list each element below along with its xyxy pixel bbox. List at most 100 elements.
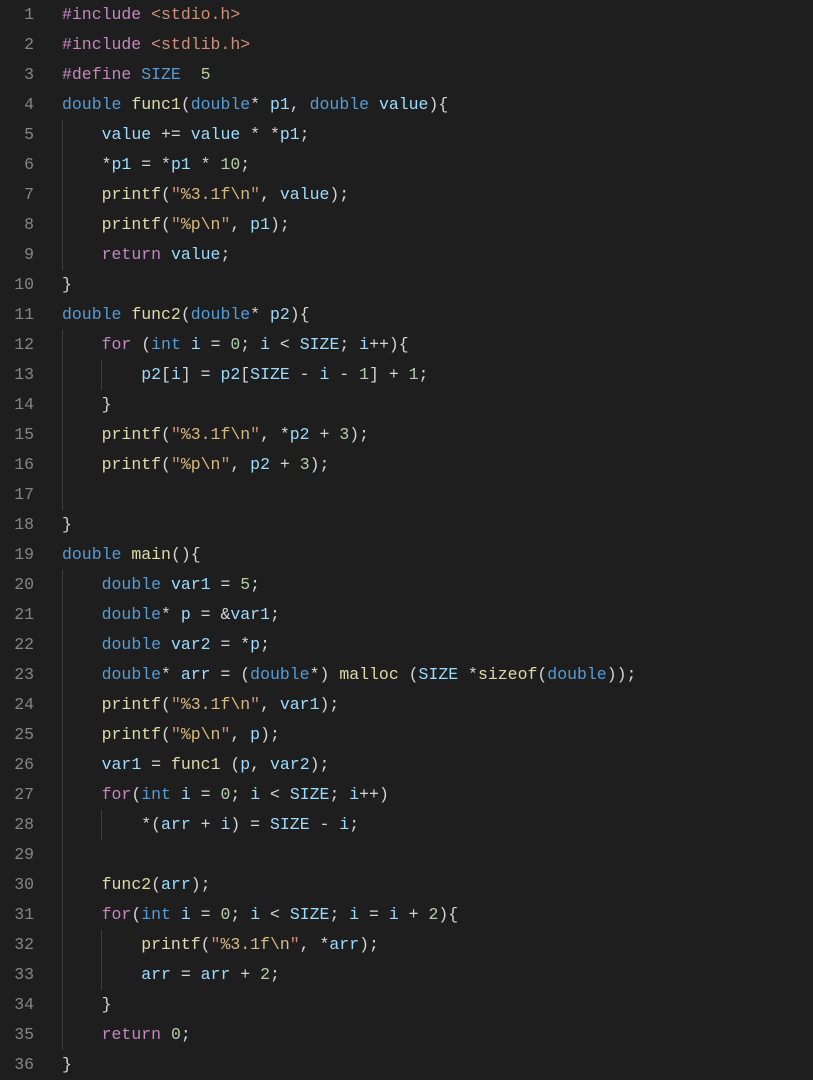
code-line[interactable]: } (62, 390, 813, 420)
token-punc: ); (270, 215, 290, 234)
code-line[interactable]: double var2 = *p; (62, 630, 813, 660)
token-punc (62, 665, 102, 684)
indent-guide (62, 330, 63, 360)
code-line[interactable]: printf("%3.1f\n", var1); (62, 690, 813, 720)
code-line[interactable]: value += value * *p1; (62, 120, 813, 150)
code-line[interactable]: double* arr = (double*) malloc (SIZE *si… (62, 660, 813, 690)
token-punc: ; (419, 365, 429, 384)
indent-guide (62, 990, 63, 1020)
code-line[interactable]: double* p = &var1; (62, 600, 813, 630)
code-line[interactable]: } (62, 1050, 813, 1080)
token-punc: ] = (181, 365, 221, 384)
token-var: i (191, 335, 201, 354)
token-punc: ); (191, 875, 211, 894)
token-esc: %p\n (181, 725, 221, 744)
token-punc (62, 785, 102, 804)
token-num: 1 (359, 365, 369, 384)
code-line[interactable]: #include <stdio.h> (62, 0, 813, 30)
code-line[interactable]: func2(arr); (62, 870, 813, 900)
code-line[interactable]: for(int i = 0; i < SIZE; i++) (62, 780, 813, 810)
token-kw: double (102, 575, 161, 594)
token-num: 5 (240, 575, 250, 594)
token-punc (62, 1025, 102, 1044)
token-punc (161, 1025, 171, 1044)
token-punc: - (310, 815, 340, 834)
token-num: 0 (220, 785, 230, 804)
token-fn: printf (102, 725, 161, 744)
code-line[interactable]: printf("%p\n", p2 + 3); (62, 450, 813, 480)
code-line[interactable]: #define SIZE 5 (62, 60, 813, 90)
token-fn: sizeof (478, 665, 537, 684)
code-line[interactable]: *(arr + i) = SIZE - i; (62, 810, 813, 840)
token-punc: < (260, 905, 290, 924)
line-number: 21 (10, 600, 34, 630)
code-line[interactable]: double var1 = 5; (62, 570, 813, 600)
token-kw: double (62, 545, 121, 564)
token-punc: * (250, 95, 270, 114)
token-punc: ] + (369, 365, 409, 384)
code-line[interactable]: printf("%3.1f\n", value); (62, 180, 813, 210)
indent-guide (62, 810, 63, 840)
token-esc: %3.1f\n (181, 185, 250, 204)
token-var: i (349, 905, 359, 924)
code-line[interactable]: } (62, 270, 813, 300)
code-line[interactable]: double func2(double* p2){ (62, 300, 813, 330)
code-line[interactable] (62, 480, 813, 510)
code-line[interactable]: } (62, 990, 813, 1020)
line-number: 1 (10, 0, 34, 30)
code-line[interactable]: return value; (62, 240, 813, 270)
token-punc: ; (220, 245, 230, 264)
token-str: " (171, 455, 181, 474)
code-line[interactable]: for(int i = 0; i < SIZE; i = i + 2){ (62, 900, 813, 930)
token-punc: ( (131, 905, 141, 924)
code-line[interactable]: double main(){ (62, 540, 813, 570)
token-num: 0 (230, 335, 240, 354)
token-punc (369, 95, 379, 114)
code-line[interactable]: p2[i] = p2[SIZE - i - 1] + 1; (62, 360, 813, 390)
token-punc (62, 695, 102, 714)
code-line[interactable]: *p1 = *p1 * 10; (62, 150, 813, 180)
code-editor[interactable]: 1234567891011121314151617181920212223242… (0, 0, 813, 1080)
code-line[interactable] (62, 840, 813, 870)
code-line[interactable]: printf("%p\n", p); (62, 720, 813, 750)
token-punc: ); (329, 185, 349, 204)
token-str: " (171, 725, 181, 744)
code-line[interactable]: #include <stdlib.h> (62, 30, 813, 60)
code-line[interactable]: printf("%3.1f\n", *arr); (62, 930, 813, 960)
token-var: p (181, 605, 191, 624)
token-punc: * (62, 155, 112, 174)
code-line[interactable]: printf("%3.1f\n", *p2 + 3); (62, 420, 813, 450)
token-var: arr (161, 875, 191, 894)
token-var: arr (161, 815, 191, 834)
token-var: SIZE (290, 905, 330, 924)
code-line[interactable]: printf("%p\n", p1); (62, 210, 813, 240)
code-line[interactable]: return 0; (62, 1020, 813, 1050)
token-punc (62, 965, 141, 984)
token-punc: ); (310, 755, 330, 774)
token-punc: = ( (211, 665, 251, 684)
token-punc (62, 875, 102, 894)
token-var: var2 (270, 755, 310, 774)
token-punc: , * (260, 425, 290, 444)
token-punc: ( (201, 935, 211, 954)
code-line[interactable]: var1 = func1 (p, var2); (62, 750, 813, 780)
indent-guide (62, 570, 63, 600)
indent-guide (62, 660, 63, 690)
token-punc: ( (161, 425, 171, 444)
code-line[interactable]: arr = arr + 2; (62, 960, 813, 990)
token-var: p1 (250, 215, 270, 234)
code-line[interactable]: } (62, 510, 813, 540)
code-line[interactable]: for (int i = 0; i < SIZE; i++){ (62, 330, 813, 360)
code-line[interactable]: double func1(double* p1, double value){ (62, 90, 813, 120)
token-pp: #define (62, 65, 131, 84)
token-punc (62, 575, 102, 594)
line-number: 3 (10, 60, 34, 90)
token-punc: } (62, 275, 72, 294)
token-punc (62, 215, 102, 234)
token-var: p2 (250, 455, 270, 474)
indent-guide (62, 690, 63, 720)
code-area[interactable]: #include <stdio.h>#include <stdlib.h>#de… (52, 0, 813, 1080)
token-punc (62, 185, 102, 204)
token-punc (62, 455, 102, 474)
token-punc: + (270, 455, 300, 474)
